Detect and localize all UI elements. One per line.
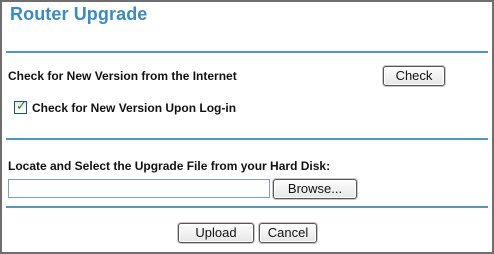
router-upgrade-panel: Router Upgrade Check for New Version fro… [0,0,494,254]
page-title: Router Upgrade [10,4,148,24]
upgrade-file-label: Locate and Select the Upgrade File from … [8,159,331,173]
cancel-button[interactable]: Cancel [259,223,317,243]
divider [6,138,488,140]
divider [6,51,488,53]
upload-button[interactable]: Upload [178,223,254,243]
upgrade-file-path-input[interactable] [8,179,270,198]
browse-button[interactable]: Browse... [273,179,357,199]
divider [6,206,488,208]
login-check-label: Check for New Version Upon Log-in [32,101,237,115]
login-check-checkbox[interactable]: ✓ [14,99,27,114]
checkmark-icon: ✓ [16,99,27,114]
check-internet-label: Check for New Version from the Internet [8,69,237,83]
check-button[interactable]: Check [383,66,445,86]
